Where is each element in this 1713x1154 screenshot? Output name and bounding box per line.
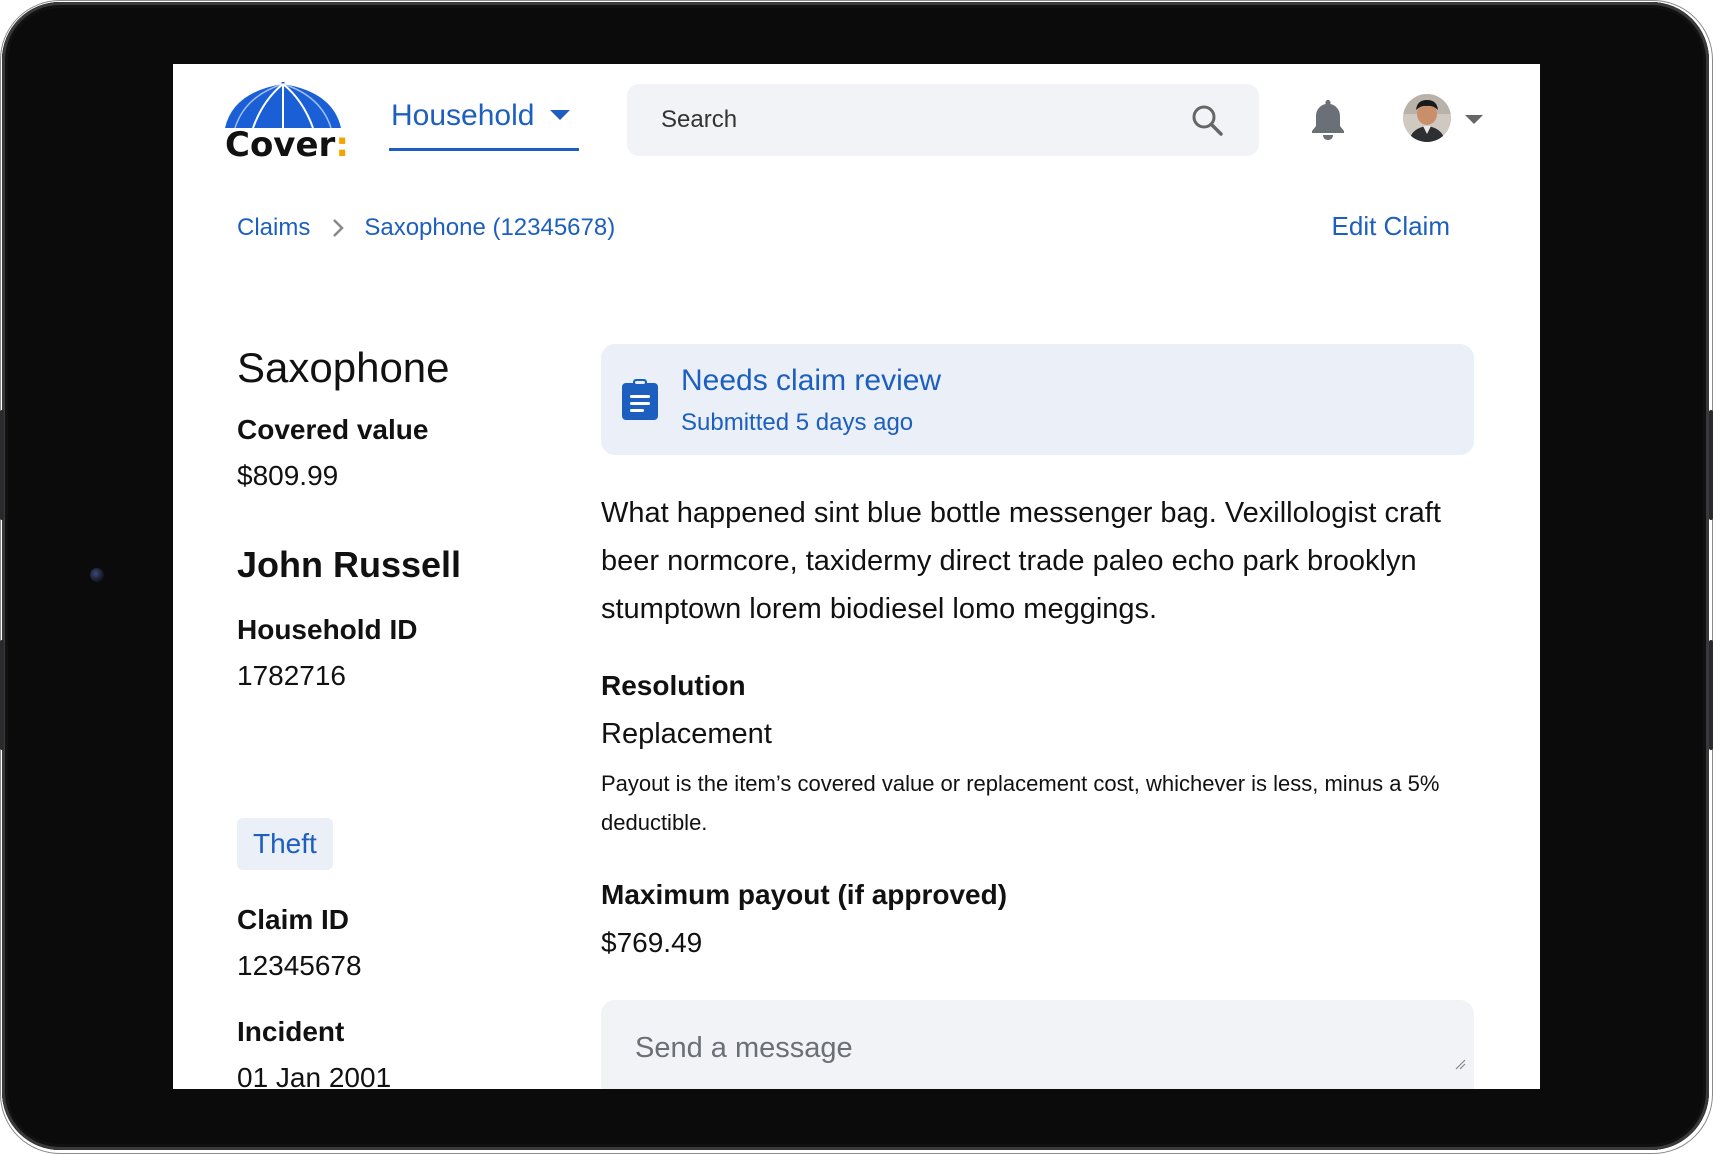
- max-payout-label: Maximum payout (if approved): [601, 879, 1008, 910]
- logo-wordmark[interactable]: Cover:: [225, 125, 349, 165]
- nav-tab-label: Household: [391, 99, 535, 132]
- household-id-value: 1782716: [237, 660, 347, 691]
- resolution-value: Replacement: [601, 718, 772, 750]
- camera-lens: [90, 568, 104, 582]
- status-subtitle: Submitted 5 days ago: [681, 409, 914, 436]
- edit-claim-link[interactable]: Edit Claim: [1332, 211, 1450, 242]
- breadcrumb-current[interactable]: Saxophone (12345678): [364, 214, 615, 242]
- user-avatar[interactable]: [1403, 94, 1451, 142]
- bell-icon[interactable]: [1310, 98, 1346, 140]
- resize-handle-icon[interactable]: [1454, 1058, 1466, 1070]
- chevron-down-icon[interactable]: [1465, 115, 1483, 124]
- claim-status-card: Needs claim review Submitted 5 days ago: [601, 344, 1474, 455]
- device-side-button-right: [1709, 410, 1713, 520]
- caret-down-icon: [550, 110, 571, 120]
- resolution-label: Resolution: [601, 670, 746, 701]
- claim-id-label: Claim ID: [237, 904, 350, 935]
- incident-description: What happened sint blue bottle messenger…: [601, 497, 1441, 625]
- device-side-button-right-lower: [1709, 640, 1713, 750]
- search-input[interactable]: [659, 105, 1183, 135]
- incident-date: 01 Jan 2001: [237, 1062, 392, 1089]
- chevron-right-icon: [333, 219, 345, 237]
- policyholder-name: John Russell: [237, 544, 462, 585]
- item-name: Saxophone: [237, 344, 450, 391]
- household-nav-dropdown[interactable]: Household: [389, 98, 579, 151]
- breadcrumb-claims[interactable]: Claims: [237, 214, 310, 242]
- message-box[interactable]: [601, 1000, 1474, 1089]
- app-screen: Cover: Household Search Claims Saxophone…: [173, 64, 1540, 1089]
- status-title: Needs claim review: [681, 364, 942, 397]
- logo-text: Cover: [225, 125, 336, 165]
- search-bar[interactable]: [627, 84, 1259, 156]
- max-payout-value: $769.49: [601, 927, 703, 958]
- incident-label: Incident: [237, 1016, 345, 1047]
- avatar-photo-icon: [1403, 94, 1451, 142]
- covered-value-label: Covered value: [237, 414, 429, 445]
- device-side-button-left: [0, 410, 4, 520]
- household-id-label: Household ID: [237, 614, 418, 645]
- tablet-device: Cover: Household Search Claims Saxophone…: [0, 0, 1713, 1154]
- resolution-note: Payout is the item’s covered value or re…: [601, 771, 1440, 835]
- claim-type-tag: Theft: [237, 818, 333, 870]
- device-side-button-left-lower: [0, 640, 4, 750]
- search-icon[interactable]: [1191, 104, 1223, 136]
- breadcrumb: Claims Saxophone (12345678): [237, 214, 615, 242]
- logo-colon: :: [335, 125, 349, 165]
- clipboard-list-icon: [622, 379, 658, 420]
- covered-value: $809.99: [237, 460, 339, 491]
- claim-id-value: 12345678: [237, 950, 362, 981]
- message-input[interactable]: [633, 1030, 1437, 1074]
